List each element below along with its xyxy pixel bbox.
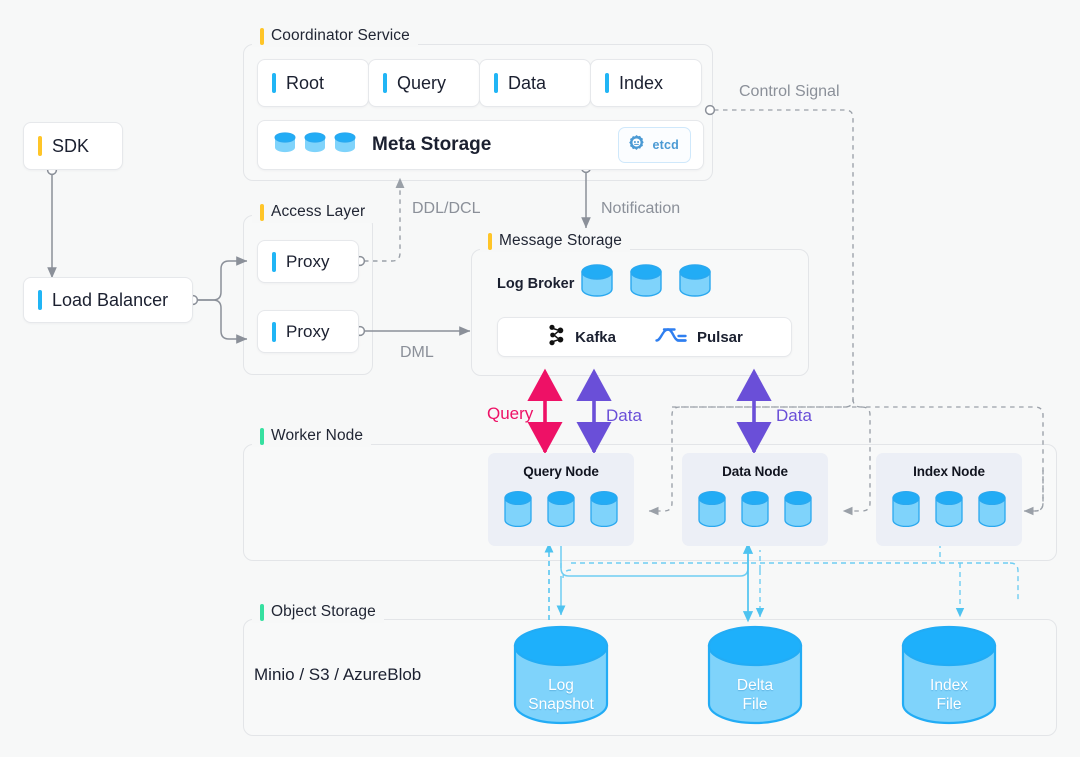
sdk-label: SDK: [52, 135, 90, 156]
proxy-1-accent-bar: [272, 251, 276, 272]
edge-load-balancer-to-proxies: [187, 256, 248, 344]
sdk-accent-bar: [38, 136, 42, 156]
proxy-card-1[interactable]: Proxy: [257, 240, 359, 283]
proxy-1-label: Proxy: [286, 251, 330, 271]
load-balancer-label: Load Balancer: [52, 289, 169, 310]
dml-edge-label: DML: [400, 344, 434, 361]
etcd-badge[interactable]: etcd: [618, 127, 691, 163]
message-storage-accent-bar: [488, 232, 492, 250]
edge-control-signal: [648, 104, 1044, 516]
data-node-panel[interactable]: Data Node: [682, 453, 828, 546]
worker-node-accent-bar: [260, 427, 264, 445]
data-left-edge-label: Data: [606, 406, 642, 425]
query-node-cylinders: [488, 489, 634, 542]
data-node-cylinders: [682, 489, 828, 542]
coordinator-service-title: Coordinator Service: [271, 27, 410, 44]
edge-dml: [354, 325, 471, 337]
edge-notification: [580, 162, 592, 229]
data-right-edge-label: Data: [776, 406, 812, 425]
index-node-panel[interactable]: Index Node: [876, 453, 1022, 546]
notification-edge-label: Notification: [601, 200, 681, 217]
query-edge-label: Query: [487, 404, 534, 423]
access-layer-label: Access Layer: [252, 201, 374, 223]
cylinder-icon: [782, 489, 814, 542]
access-layer-title: Access Layer: [271, 203, 366, 220]
index-coord-label: Index: [619, 72, 664, 93]
cylinder-icon: [502, 489, 534, 542]
control-signal-edge-label: Control Signal: [739, 83, 840, 100]
message-storage-title: Message Storage: [499, 232, 622, 249]
data-node-title: Data Node: [722, 464, 788, 479]
meta-storage-cylinders: [272, 130, 358, 161]
proxy-2-accent-bar: [272, 321, 276, 342]
meta-storage-label: Meta Storage: [372, 134, 492, 155]
message-storage-label: Message Storage: [480, 230, 630, 252]
coordinator-data-card[interactable]: Data: [479, 59, 591, 107]
data-coord-accent-bar: [494, 73, 498, 93]
worker-node-title: Worker Node: [271, 427, 364, 444]
cylinder-icon: [545, 489, 577, 542]
cylinder-icon: [588, 489, 620, 542]
cylinder-icon: [976, 489, 1008, 542]
root-accent-bar: [272, 73, 276, 93]
edge-storage-flows: [544, 534, 1019, 623]
load-balancer-card[interactable]: Load Balancer: [23, 277, 193, 323]
object-storage-label: Object Storage: [252, 601, 384, 623]
root-label: Root: [286, 72, 325, 93]
cylinder-icon: [696, 489, 728, 542]
data-coord-label: Data: [508, 72, 547, 93]
cylinder-icon: [332, 130, 358, 161]
coordinator-service-label: Coordinator Service: [252, 25, 418, 47]
proxy-card-2[interactable]: Proxy: [257, 310, 359, 353]
edge-sdk-to-load-balancer: [46, 164, 58, 279]
query-coord-accent-bar: [383, 73, 387, 93]
cylinder-icon: [890, 489, 922, 542]
meta-storage-card[interactable]: Meta Storage etcd: [257, 120, 704, 170]
load-balancer-accent-bar: [38, 290, 42, 310]
index-node-title: Index Node: [913, 464, 985, 479]
cylinder-icon: [933, 489, 965, 542]
query-coord-label: Query: [397, 72, 447, 93]
sdk-card[interactable]: SDK: [23, 122, 123, 170]
object-storage-title: Object Storage: [271, 603, 376, 620]
architecture-diagram: Coordinator Service Access Layer Message…: [0, 0, 1080, 757]
query-node-panel[interactable]: Query Node: [488, 453, 634, 546]
access-layer-accent-bar: [260, 203, 264, 221]
index-coord-accent-bar: [605, 73, 609, 93]
coordinator-accent-bar: [260, 27, 264, 45]
object-storage-accent-bar: [260, 603, 264, 621]
cylinder-icon: [272, 130, 298, 161]
cylinder-icon: [302, 130, 328, 161]
query-node-title: Query Node: [523, 464, 599, 479]
cylinder-icon: [739, 489, 771, 542]
coordinator-index-card[interactable]: Index: [590, 59, 702, 107]
connector-layer-back: [46, 104, 1044, 623]
ddl-dcl-edge-label: DDL/DCL: [412, 200, 481, 217]
etcd-label: etcd: [652, 138, 679, 152]
coordinator-query-card[interactable]: Query: [368, 59, 480, 107]
worker-node-label: Worker Node: [252, 425, 372, 447]
etcd-icon: [627, 133, 646, 157]
index-node-cylinders: [876, 489, 1022, 542]
coordinator-root-card[interactable]: Root: [257, 59, 369, 107]
proxy-2-label: Proxy: [286, 321, 330, 341]
